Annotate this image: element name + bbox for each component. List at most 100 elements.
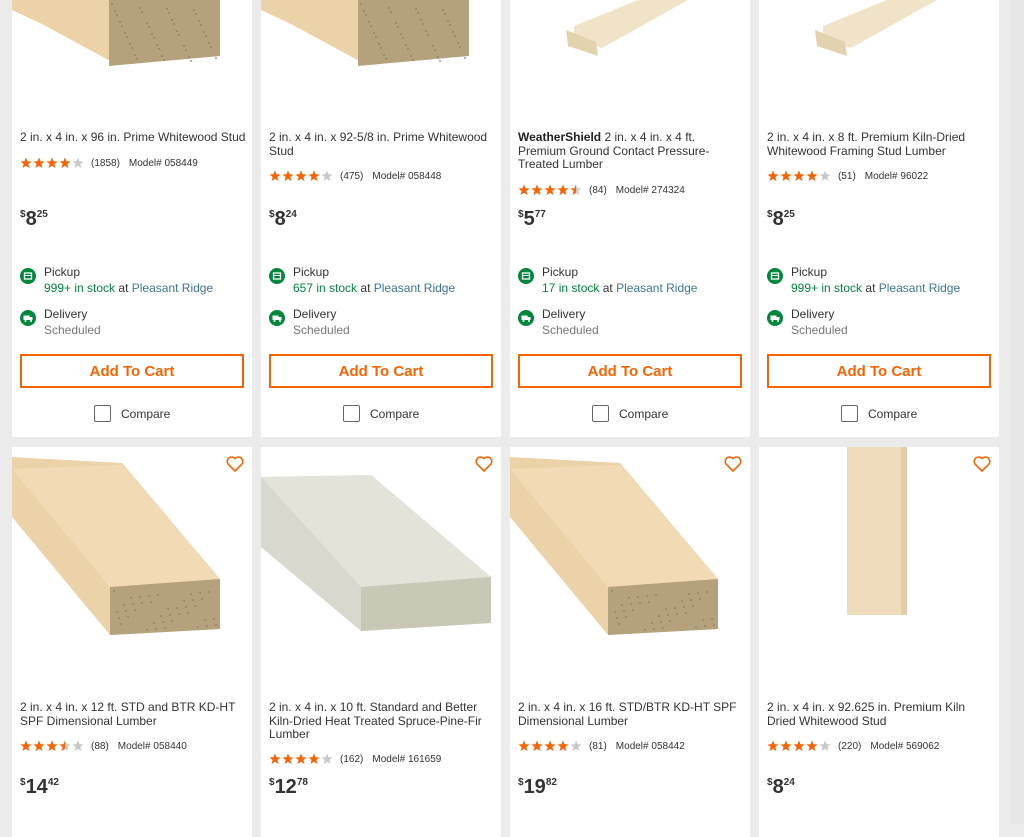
review-count[interactable]: (162) <box>340 754 363 765</box>
favorite-heart-icon[interactable] <box>723 454 743 474</box>
compare-checkbox[interactable]: Compare <box>592 405 668 422</box>
review-count[interactable]: (475) <box>340 171 363 182</box>
model-value: 058449 <box>164 157 198 169</box>
add-to-cart-button[interactable]: Add To Cart <box>269 354 493 388</box>
stock-suffix: in stock <box>74 281 116 295</box>
model-prefix: Model# <box>117 740 151 752</box>
stock-count: 999+ in stock <box>791 281 862 295</box>
favorite-heart-icon[interactable] <box>225 454 245 474</box>
store-link[interactable]: Pleasant Ridge <box>132 281 213 295</box>
pickup-label: Pickup <box>791 265 828 279</box>
product-card[interactable]: 2 in. x 4 in. x 16 ft. STD/BTR KD-HT SPF… <box>510 447 750 837</box>
product-image[interactable] <box>510 0 750 110</box>
model-prefix: Model# <box>372 170 406 182</box>
product-title-text: 2 in. x 4 in. x 92-5/8 in. Prime Whitewo… <box>269 130 488 158</box>
product-title[interactable]: 2 in. x 4 in. x 10 ft. Standard and Bett… <box>269 700 497 742</box>
add-to-cart-button[interactable]: Add To Cart <box>20 354 244 388</box>
rating-stars[interactable] <box>518 184 584 196</box>
product-title[interactable]: 2 in. x 4 in. x 92-5/8 in. Prime Whitewo… <box>269 130 497 158</box>
scrollbar[interactable] <box>1011 0 1024 824</box>
product-title[interactable]: 2 in. x 4 in. x 92.625 in. Premium Kiln … <box>767 700 995 728</box>
compare-checkbox[interactable]: Compare <box>343 405 419 422</box>
delivery-status: Scheduled <box>44 323 101 337</box>
review-count[interactable]: (84) <box>589 185 607 196</box>
product-title[interactable]: 2 in. x 4 in. x 16 ft. STD/BTR KD-HT SPF… <box>518 700 746 728</box>
store-link[interactable]: Pleasant Ridge <box>374 281 455 295</box>
pickup-store-icon <box>20 268 36 284</box>
pickup-store-icon <box>518 268 534 284</box>
review-count[interactable]: (88) <box>91 741 109 752</box>
review-count[interactable]: (51) <box>838 171 856 182</box>
stock-count: 657 in stock <box>293 281 357 295</box>
stock-line: 999+ in stock at Pleasant Ridge <box>44 280 213 296</box>
review-count[interactable]: (220) <box>838 741 861 752</box>
product-image[interactable] <box>759 0 999 110</box>
product-card[interactable]: 2 in. x 4 in. x 8 ft. Premium Kiln-Dried… <box>759 0 999 437</box>
rating-stars[interactable] <box>767 740 833 752</box>
stock-line: 657 in stock at Pleasant Ridge <box>293 280 455 296</box>
product-card[interactable]: 2 in. x 4 in. x 12 ft. STD and BTR KD-HT… <box>12 447 252 837</box>
compare-box[interactable] <box>343 405 360 422</box>
product-card[interactable]: 2 in. x 4 in. x 92.625 in. Premium Kiln … <box>759 447 999 837</box>
product-title[interactable]: WeatherShield 2 in. x 4 in. x 4 ft. Prem… <box>518 130 746 172</box>
rating-stars[interactable] <box>269 753 335 765</box>
model-number: Model# 96022 <box>865 171 928 182</box>
price-currency: $ <box>767 777 773 788</box>
price-currency: $ <box>269 777 275 788</box>
pickup-text: Pickup 999+ in stock at Pleasant Ridge <box>791 264 960 296</box>
product-title[interactable]: 2 in. x 4 in. x 8 ft. Premium Kiln-Dried… <box>767 130 995 158</box>
product-image[interactable] <box>510 447 750 677</box>
compare-checkbox[interactable]: Compare <box>841 405 917 422</box>
rating-stars[interactable] <box>518 740 584 752</box>
rating-stars[interactable] <box>269 170 335 182</box>
product-title[interactable]: 2 in. x 4 in. x 96 in. Prime Whitewood S… <box>20 130 248 145</box>
rating-row: (475) Model# 058448 <box>269 169 441 183</box>
price-cents: 78 <box>296 777 308 788</box>
price-dollars: 12 <box>274 776 297 798</box>
favorite-heart-icon[interactable] <box>474 454 494 474</box>
compare-checkbox[interactable]: Compare <box>94 405 170 422</box>
review-count[interactable]: (81) <box>589 741 607 752</box>
store-link[interactable]: Pleasant Ridge <box>879 281 960 295</box>
compare-box[interactable] <box>592 405 609 422</box>
review-count[interactable]: (1858) <box>91 158 120 169</box>
rating-stars[interactable] <box>20 157 86 169</box>
add-to-cart-button[interactable]: Add To Cart <box>767 354 991 388</box>
price-currency: $ <box>269 209 275 220</box>
compare-label: Compare <box>868 406 918 421</box>
rating-stars[interactable] <box>767 170 833 182</box>
favorite-heart-icon[interactable] <box>972 454 992 474</box>
rating-row: (84) Model# 274324 <box>518 183 685 197</box>
rating-stars[interactable] <box>20 740 86 752</box>
product-card[interactable]: 2 in. x 4 in. x 92-5/8 in. Prime Whitewo… <box>261 0 501 437</box>
stock-count: 17 in stock <box>542 281 599 295</box>
model-value: 274324 <box>651 184 685 196</box>
delivery-label: Delivery <box>542 307 586 321</box>
pickup-label: Pickup <box>542 265 579 279</box>
compare-box[interactable] <box>841 405 858 422</box>
product-card[interactable]: WeatherShield 2 in. x 4 in. x 4 ft. Prem… <box>510 0 750 437</box>
delivery-status: Scheduled <box>791 323 848 337</box>
product-card[interactable]: 2 in. x 4 in. x 96 in. Prime Whitewood S… <box>12 0 252 437</box>
product-image[interactable] <box>12 447 252 677</box>
product-image[interactable] <box>261 0 501 110</box>
price-dollars: 8 <box>772 208 784 230</box>
product-image[interactable] <box>759 447 999 677</box>
store-link[interactable]: Pleasant Ridge <box>616 281 697 295</box>
rating-row: (88) Model# 058440 <box>20 739 187 753</box>
product-image[interactable] <box>261 447 501 677</box>
rating-row: (1858) Model# 058449 <box>20 156 198 170</box>
product-title-text: 2 in. x 4 in. x 12 ft. STD and BTR KD-HT… <box>20 700 236 728</box>
delivery-label: Delivery <box>791 307 835 321</box>
add-to-cart-button[interactable]: Add To Cart <box>518 354 742 388</box>
compare-box[interactable] <box>94 405 111 422</box>
stock-suffix: in stock <box>558 281 600 295</box>
rating-row: (162) Model# 161659 <box>269 752 441 766</box>
product-title[interactable]: 2 in. x 4 in. x 12 ft. STD and BTR KD-HT… <box>20 700 248 728</box>
stock-line: 17 in stock at Pleasant Ridge <box>542 280 697 296</box>
product-image[interactable] <box>12 0 252 110</box>
product-card[interactable]: 2 in. x 4 in. x 10 ft. Standard and Bett… <box>261 447 501 837</box>
stock-quantity: 999+ <box>44 281 72 295</box>
price-cents: 82 <box>545 777 557 788</box>
model-value: 96022 <box>900 170 929 182</box>
